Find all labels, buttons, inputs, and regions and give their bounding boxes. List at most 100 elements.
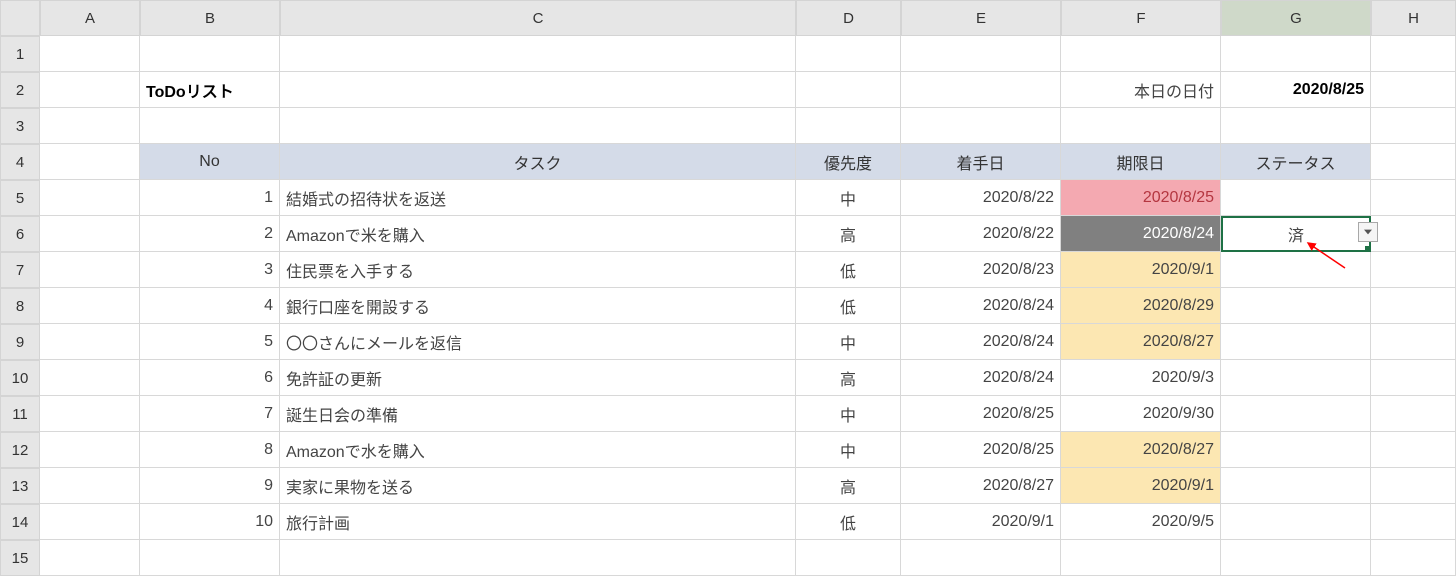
- cell-H5[interactable]: [1371, 180, 1456, 216]
- cell-C3[interactable]: [280, 108, 796, 144]
- cell-A6[interactable]: [40, 216, 140, 252]
- status-dropdown-button[interactable]: [1358, 222, 1378, 242]
- cell-A13[interactable]: [40, 468, 140, 504]
- cell-A7[interactable]: [40, 252, 140, 288]
- row-header-2[interactable]: 2: [0, 72, 40, 108]
- task-priority: 高: [796, 468, 901, 504]
- cell-A9[interactable]: [40, 324, 140, 360]
- task-priority: 中: [796, 180, 901, 216]
- task-no: 1: [140, 180, 280, 216]
- cell-E3[interactable]: [901, 108, 1061, 144]
- cell-D15[interactable]: [796, 540, 901, 576]
- cell-F15[interactable]: [1061, 540, 1221, 576]
- task-start: 2020/8/25: [901, 432, 1061, 468]
- row-header-4[interactable]: 4: [0, 144, 40, 180]
- task-name: 旅行計画: [280, 504, 796, 540]
- cell-E1[interactable]: [901, 36, 1061, 72]
- cell-B3[interactable]: [140, 108, 280, 144]
- cell-H15[interactable]: [1371, 540, 1456, 576]
- cell-H14[interactable]: [1371, 504, 1456, 540]
- cell-A3[interactable]: [40, 108, 140, 144]
- cell-C1[interactable]: [280, 36, 796, 72]
- col-header-G[interactable]: G: [1221, 0, 1371, 36]
- col-header-B[interactable]: B: [140, 0, 280, 36]
- status-cell[interactable]: [1221, 324, 1371, 360]
- cell-F3[interactable]: [1061, 108, 1221, 144]
- cell-C15[interactable]: [280, 540, 796, 576]
- cell-A4[interactable]: [40, 144, 140, 180]
- col-header-D[interactable]: D: [796, 0, 901, 36]
- col-header-F[interactable]: F: [1061, 0, 1221, 36]
- row-header-7[interactable]: 7: [0, 252, 40, 288]
- cell-D1[interactable]: [796, 36, 901, 72]
- cell-H10[interactable]: [1371, 360, 1456, 396]
- select-all-corner[interactable]: [0, 0, 40, 36]
- col-header-A[interactable]: A: [40, 0, 140, 36]
- status-cell[interactable]: [1221, 468, 1371, 504]
- status-cell-selected[interactable]: 済: [1221, 216, 1371, 252]
- cell-H13[interactable]: [1371, 468, 1456, 504]
- cell-A8[interactable]: [40, 288, 140, 324]
- cell-H9[interactable]: [1371, 324, 1456, 360]
- cell-G1[interactable]: [1221, 36, 1371, 72]
- cell-H1[interactable]: [1371, 36, 1456, 72]
- col-header-H[interactable]: H: [1371, 0, 1456, 36]
- cell-H3[interactable]: [1371, 108, 1456, 144]
- row-header-13[interactable]: 13: [0, 468, 40, 504]
- cell-B1[interactable]: [140, 36, 280, 72]
- row-header-8[interactable]: 8: [0, 288, 40, 324]
- cell-A5[interactable]: [40, 180, 140, 216]
- cell-H11[interactable]: [1371, 396, 1456, 432]
- status-cell[interactable]: [1221, 396, 1371, 432]
- col-header-E[interactable]: E: [901, 0, 1061, 36]
- row-header-9[interactable]: 9: [0, 324, 40, 360]
- cell-G15[interactable]: [1221, 540, 1371, 576]
- row-header-5[interactable]: 5: [0, 180, 40, 216]
- task-priority: 中: [796, 324, 901, 360]
- row-header-11[interactable]: 11: [0, 396, 40, 432]
- cell-H6[interactable]: [1371, 216, 1456, 252]
- cell-E2[interactable]: [901, 72, 1061, 108]
- row-header-10[interactable]: 10: [0, 360, 40, 396]
- task-due: 2020/8/29: [1061, 288, 1221, 324]
- task-priority: 低: [796, 252, 901, 288]
- task-priority: 低: [796, 288, 901, 324]
- status-cell[interactable]: [1221, 504, 1371, 540]
- task-priority: 高: [796, 360, 901, 396]
- cell-F1[interactable]: [1061, 36, 1221, 72]
- cell-A2[interactable]: [40, 72, 140, 108]
- status-cell[interactable]: [1221, 252, 1371, 288]
- row-header-3[interactable]: 3: [0, 108, 40, 144]
- cell-H12[interactable]: [1371, 432, 1456, 468]
- row-header-1[interactable]: 1: [0, 36, 40, 72]
- cell-H8[interactable]: [1371, 288, 1456, 324]
- cell-D2[interactable]: [796, 72, 901, 108]
- status-cell[interactable]: [1221, 360, 1371, 396]
- task-priority: 中: [796, 396, 901, 432]
- cell-A11[interactable]: [40, 396, 140, 432]
- cell-A15[interactable]: [40, 540, 140, 576]
- cell-A1[interactable]: [40, 36, 140, 72]
- row-header-14[interactable]: 14: [0, 504, 40, 540]
- cell-A10[interactable]: [40, 360, 140, 396]
- status-cell[interactable]: [1221, 432, 1371, 468]
- row-header-12[interactable]: 12: [0, 432, 40, 468]
- cell-C2[interactable]: [280, 72, 796, 108]
- cell-H4[interactable]: [1371, 144, 1456, 180]
- cell-B15[interactable]: [140, 540, 280, 576]
- row-header-15[interactable]: 15: [0, 540, 40, 576]
- cell-H2[interactable]: [1371, 72, 1456, 108]
- cell-G3[interactable]: [1221, 108, 1371, 144]
- status-cell[interactable]: [1221, 180, 1371, 216]
- cell-E15[interactable]: [901, 540, 1061, 576]
- cell-A14[interactable]: [40, 504, 140, 540]
- cell-H7[interactable]: [1371, 252, 1456, 288]
- cell-D3[interactable]: [796, 108, 901, 144]
- status-cell[interactable]: [1221, 288, 1371, 324]
- row-header-6[interactable]: 6: [0, 216, 40, 252]
- page-title[interactable]: ToDoリスト: [140, 72, 280, 108]
- col-header-C[interactable]: C: [280, 0, 796, 36]
- task-name: 誕生日会の準備: [280, 396, 796, 432]
- cell-A12[interactable]: [40, 432, 140, 468]
- header-start: 着手日: [901, 144, 1061, 180]
